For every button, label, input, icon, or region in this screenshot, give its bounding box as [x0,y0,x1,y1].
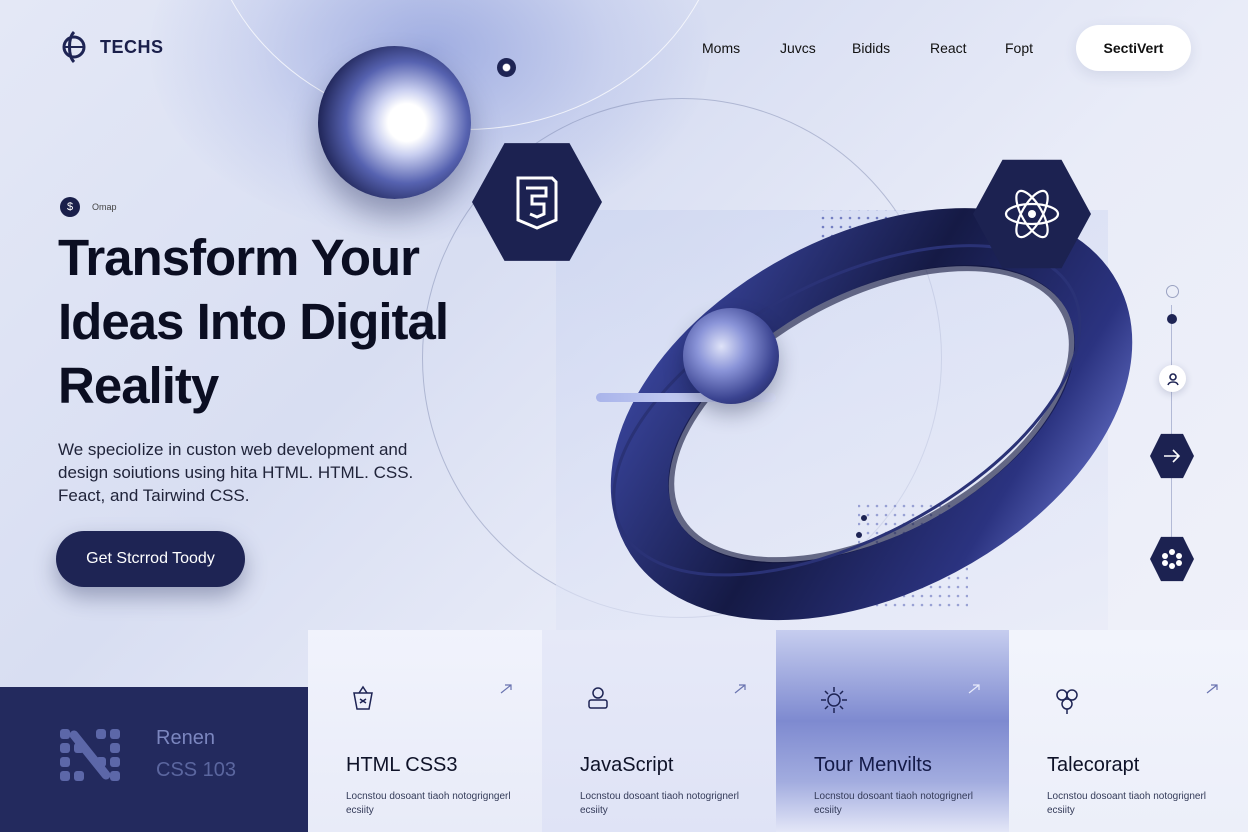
glass-sphere [318,46,471,199]
cluster-icon [1056,689,1078,714]
arrow-right-icon [1164,449,1181,463]
hero-description: We specioIize in custon web development … [58,440,414,505]
hero-title: Transform Your Ideas Into Digital Realit… [58,229,449,414]
arrow-up-right-icon[interactable] [734,684,746,694]
side-rail [1171,305,1172,545]
card-description: Locnstou dosoant tiaoh notogrignerl ecsi… [580,791,740,816]
card-description: Locnstou dosoant tiaoh notogrignerl ecsi… [814,791,974,816]
decor-dot [856,532,862,538]
nav-item-bidids[interactable]: Bidids [852,40,930,56]
orbit-dot [497,58,516,77]
rail-apps-button[interactable] [1150,536,1194,582]
rail-ring-icon [1166,285,1179,298]
arrow-up-right-icon[interactable] [968,684,980,694]
brand-logo[interactable]: TECHS [58,30,164,64]
dots-cluster-icon [1162,549,1182,569]
card-title: JavaScript [580,754,674,776]
logo-icon [62,30,86,64]
brand-name: TECHS [100,36,164,57]
nav-item-juvcs[interactable]: Juvcs [780,40,852,56]
card-title: HTML CSS3 [346,754,458,776]
gear-icon [821,687,847,713]
card-description: Locnstou dosoant tiaoh notogrigngerl ecs… [346,791,511,816]
arrow-up-right-icon[interactable] [1206,684,1218,694]
dollar-icon: $ [60,197,80,217]
rail-user-button[interactable] [1159,365,1186,392]
service-card-menvilts[interactable]: Tour Menvilts Locnstou dosoant tiaoh not… [776,630,1010,832]
user-laptop-icon [588,687,608,709]
service-card-html[interactable]: HTML CSS3 Locnstou dosoant tiaoh notogri… [308,630,542,832]
stack-version: CSS 103 [156,759,237,781]
rail-next-button[interactable] [1150,433,1194,479]
tag-icon [353,685,373,710]
card-title: Tour Menvilts [814,754,932,776]
nav-item-fopt[interactable]: Fopt [1005,40,1033,56]
hero-badge: $ Omap [60,197,117,217]
nav-item-moms[interactable]: Moms [702,40,780,56]
stack-panel: Renen CSS 103 [0,687,308,832]
user-icon [1166,372,1179,385]
card-title: Talecorapt [1047,754,1140,776]
html5-icon [516,176,558,230]
get-started-button[interactable]: Get Stcrrod Toody [56,531,245,587]
decor-dot [861,515,867,521]
inner-sphere [683,308,779,404]
nav-item-react[interactable]: React [930,40,1005,56]
react-icon [1004,189,1060,239]
rail-active-dot[interactable] [1167,314,1177,324]
card-description: Locnstou dosoant tiaoh notogrignerl ecsi… [1047,791,1207,816]
arrow-up-right-icon[interactable] [500,684,512,694]
service-card-talecorapt[interactable]: Talecorapt Locnstou dosoant tiaoh notogr… [1009,630,1248,832]
stack-label: Renen [156,727,215,749]
service-card-javascript[interactable]: JavaScript Locnstou dosoant tiaoh notogr… [542,630,776,832]
nav-cta-button[interactable]: SectiVert [1076,25,1191,71]
badge-text: Omap [92,202,117,212]
grid-logo-icon [60,729,120,781]
main-nav: Moms Juvcs Bidids React Fopt [702,40,1033,56]
